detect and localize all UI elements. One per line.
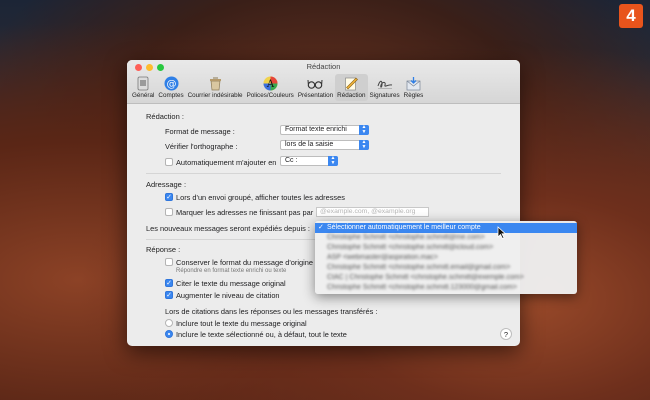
tab-label: Courrier indésirable	[187, 92, 243, 99]
svg-text:@: @	[166, 79, 176, 90]
tab-fonts-colors[interactable]: A Polices/Couleurs	[245, 74, 296, 101]
mark-addresses-label: Marquer les adresses ne finissant pas pa…	[176, 208, 314, 217]
menu-item-best-account[interactable]: ✓ Sélectionner automatiquement le meille…	[315, 223, 577, 233]
composing-header: Rédaction :	[146, 112, 184, 121]
message-format-select[interactable]: Format texte enrichi ▲ ▼	[280, 125, 369, 135]
spell-check-value: lors de la saisie	[285, 141, 334, 148]
increase-quote-level-checkbox[interactable]: ✓	[165, 291, 173, 299]
preferences-window: Rédaction Général @ Comptes Courrier ind…	[127, 60, 520, 346]
tab-signatures[interactable]: Signatures	[368, 74, 402, 101]
mouse-pointer-icon	[497, 226, 507, 239]
titlebar: Rédaction Général @ Comptes Courrier ind…	[127, 60, 520, 104]
send-from-label: Les nouveaux messages seront expédiés de…	[146, 224, 310, 233]
rules-icon	[405, 75, 421, 91]
include-all-radio[interactable]	[165, 319, 173, 327]
keep-format-hint: Répondre en format texte enrichi ou text…	[176, 268, 287, 274]
tab-label: Rédaction	[337, 92, 366, 99]
tab-label: Règles	[403, 92, 424, 99]
auto-add-select[interactable]: Cc : ▲ ▼	[280, 156, 338, 166]
chevron-updown-icon: ▲ ▼	[359, 140, 369, 150]
tab-label: Général	[132, 92, 155, 99]
at-sign-icon: @	[163, 75, 179, 91]
fonts-colors-icon: A	[262, 75, 278, 91]
addressing-header: Adressage :	[146, 180, 187, 189]
quote-text-label: Citer le texte du message original	[176, 279, 286, 288]
section-divider	[146, 173, 501, 174]
tab-viewing[interactable]: Présentation	[296, 74, 335, 101]
tab-label: Signatures	[369, 92, 400, 99]
menu-item-account[interactable]: Christophe Schmitt <christophe.schmitt.1…	[315, 283, 577, 293]
tab-accounts[interactable]: @ Comptes	[156, 74, 185, 101]
include-selected-radio[interactable]	[165, 330, 173, 338]
tab-label: Comptes	[158, 92, 184, 99]
spell-check-select[interactable]: lors de la saisie ▲ ▼	[280, 140, 369, 150]
tab-composing[interactable]: Rédaction	[335, 74, 368, 101]
chevron-updown-icon: ▲ ▼	[328, 156, 338, 166]
quoting-header: Lors de citations dans les réponses ou l…	[165, 307, 378, 316]
signature-icon	[377, 75, 393, 91]
keep-format-checkbox[interactable]	[165, 258, 173, 266]
glasses-icon	[307, 75, 323, 91]
auto-add-checkbox[interactable]	[165, 158, 173, 166]
tab-junk-mail[interactable]: Courrier indésirable	[186, 74, 245, 101]
checkmark-icon: ✓	[318, 224, 324, 231]
tab-label: Polices/Couleurs	[246, 92, 294, 99]
menu-item-account[interactable]: Christophe Schmitt <christophe.schmitt.e…	[315, 263, 577, 273]
quote-text-checkbox[interactable]: ✓	[165, 279, 173, 287]
increase-quote-level-label: Augmenter le niveau de citation	[176, 291, 280, 300]
compose-icon	[343, 75, 359, 91]
keep-format-label: Conserver le format du message d'origine	[176, 258, 313, 267]
window-title: Rédaction	[306, 62, 341, 71]
replying-header: Réponse :	[146, 245, 181, 254]
auto-add-value: Cc :	[285, 157, 298, 164]
tab-label: Présentation	[297, 92, 334, 99]
group-addresses-checkbox[interactable]: ✓	[165, 193, 173, 201]
menu-item-label: Sélectionner automatiquement le meilleur…	[327, 224, 481, 231]
send-from-dropdown-menu: ✓ Sélectionner automatiquement le meille…	[315, 221, 577, 294]
step-badge: 4	[619, 4, 643, 28]
menu-item-account[interactable]: Christophe Schmitt <christophe.schmitt@i…	[315, 243, 577, 253]
menu-item-account[interactable]: Christophe Schmitt <christophe.schmitt@m…	[315, 233, 577, 243]
menu-item-account[interactable]: ASP <webmaster@aspiration.mac>	[315, 253, 577, 263]
domain-input[interactable]: @example.com, @example.org	[316, 207, 429, 217]
menu-item-account[interactable]: CtAC | Christophe Schmitt <christophe.sc…	[315, 273, 577, 283]
tab-general[interactable]: Général	[130, 74, 156, 101]
auto-add-label: Automatiquement m'ajouter en	[176, 158, 277, 167]
preferences-toolbar: Général @ Comptes Courrier indésirable A…	[130, 74, 425, 101]
format-label: Format de message :	[165, 127, 235, 136]
group-addresses-label: Lors d'un envoi groupé, afficher toutes …	[176, 193, 345, 202]
svg-text:A: A	[266, 79, 275, 90]
mark-addresses-checkbox[interactable]	[165, 208, 173, 216]
general-icon	[135, 75, 151, 91]
chevron-updown-icon: ▲ ▼	[359, 125, 369, 135]
tab-rules[interactable]: Règles	[402, 74, 426, 101]
help-button[interactable]: ?	[500, 328, 512, 340]
include-all-label: Inclure tout le texte du message origina…	[176, 319, 307, 328]
include-selected-label: Inclure le texte sélectionné ou, à défau…	[176, 330, 347, 339]
message-format-value: Format texte enrichi	[285, 126, 347, 133]
junk-mail-icon	[207, 75, 223, 91]
spell-label: Vérifier l'orthographe :	[165, 142, 238, 151]
